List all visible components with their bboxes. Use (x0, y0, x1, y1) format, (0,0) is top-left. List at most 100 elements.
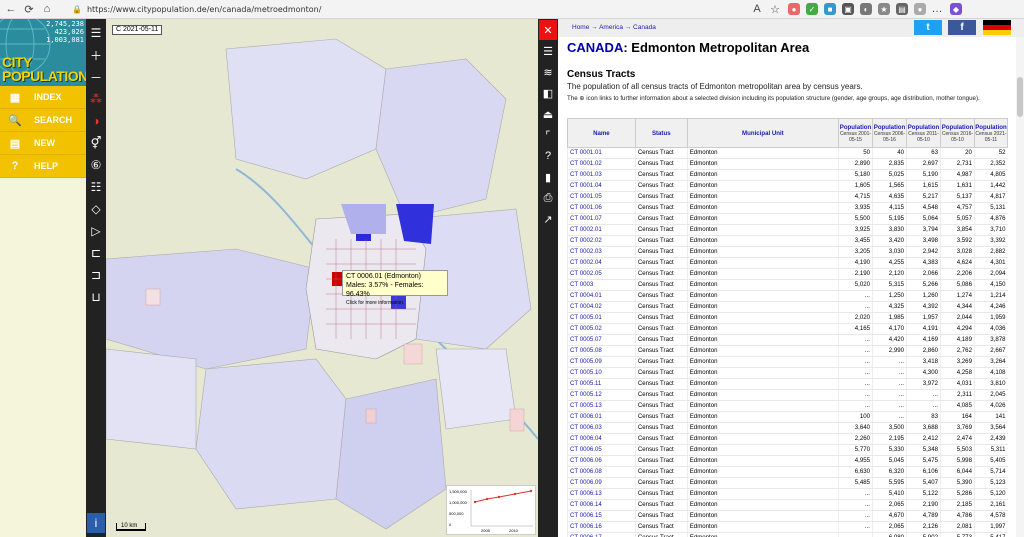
list-icon[interactable]: ☷ (87, 177, 105, 197)
tract-name-link[interactable]: CT 0001.02 (567, 158, 636, 170)
address-bar[interactable]: 🔒 https://www.citypopulation.de/en/canada… (66, 2, 746, 16)
census-tract-map[interactable] (86, 19, 538, 537)
tract-name-link[interactable]: CT 0006.16 (567, 521, 636, 533)
tract-name-link[interactable]: CT 0005.13 (567, 400, 636, 412)
crop-icon[interactable]: ⌜ (539, 125, 557, 145)
german-flag-icon[interactable] (983, 20, 1011, 35)
label-icon[interactable]: ▷ (87, 221, 105, 241)
tract-name-link[interactable]: CT 0001.07 (567, 213, 636, 225)
tract-name-link[interactable]: CT 0005.02 (567, 323, 636, 335)
tract-name-link[interactable]: CT 0001.05 (567, 191, 636, 203)
age-icon[interactable]: ⚥ (87, 133, 105, 153)
eject-icon[interactable]: ⏏ (539, 104, 557, 124)
scrollbar[interactable] (1016, 37, 1024, 537)
map-region-high[interactable] (356, 234, 371, 241)
home-icon[interactable]: ⌂ (40, 2, 54, 16)
tract-name-link[interactable]: CT 0005.11 (567, 378, 636, 390)
scrollbar-thumb[interactable] (1017, 77, 1023, 117)
map-region[interactable] (145, 288, 161, 306)
census-date-selector[interactable]: C 2021-05-11 (112, 25, 162, 35)
tract-name-link[interactable]: CT 0006.09 (567, 477, 636, 489)
nav-help[interactable]: ? HELP (0, 155, 86, 178)
tract-name-link[interactable]: CT 0001.06 (567, 202, 636, 214)
age-65-icon[interactable]: ⑥ (87, 155, 105, 175)
chart-icon[interactable]: ▮ (539, 167, 557, 187)
tract-name-link[interactable]: CT 0002.02 (567, 235, 636, 247)
reader-icon[interactable]: A (750, 2, 764, 16)
extension-icon[interactable]: ● (788, 3, 800, 15)
bracket-icon[interactable]: ⊐ (87, 265, 105, 285)
zoom-out-icon[interactable]: － (87, 67, 105, 87)
column-header[interactable]: Population Census 2011-05-10 (905, 118, 941, 148)
layers-icon[interactable]: ≋ (539, 62, 557, 82)
zoom-in-icon[interactable]: ＋ (87, 45, 105, 65)
column-header[interactable]: Population Census 2006-05-16 (872, 118, 907, 148)
extension-icon[interactable]: ✓ (806, 3, 818, 15)
label-icon[interactable]: ⊏ (87, 243, 105, 263)
map-region[interactable] (375, 58, 507, 220)
tract-name-link[interactable]: CT 0006.15 (567, 510, 636, 522)
population-icon[interactable]: ⁂ (87, 89, 105, 109)
map-region[interactable] (105, 348, 197, 450)
extension-icon[interactable]: ▣ (842, 3, 854, 15)
nav-index[interactable]: ▦ INDEX (0, 86, 86, 109)
bracket-icon[interactable]: ⊔ (87, 287, 105, 307)
tract-name-link[interactable]: CT 0006.04 (567, 433, 636, 445)
column-header[interactable]: Name (567, 118, 636, 148)
tract-name-link[interactable]: CT 0004.01 (567, 290, 636, 302)
print-icon[interactable]: ⎙ (539, 188, 557, 208)
tract-name-link[interactable]: CT 0001.01 (567, 147, 636, 159)
map-view[interactable]: ☰ ＋ － ⁂ ◑ ⚥ ⑥ ☷ ◇ ▷ ⊏ ⊐ ⊔ i C 2021-05-11… (86, 19, 538, 537)
map-region[interactable] (509, 408, 525, 432)
tract-name-link[interactable]: CT 0005.07 (567, 334, 636, 346)
tract-name-link[interactable]: CT 0001.04 (567, 180, 636, 192)
site-logo[interactable]: 2,745,238 423,026 1,003,081 CITY POPULAT… (0, 19, 86, 86)
tract-name-link[interactable]: CT 0005.12 (567, 389, 636, 401)
tract-name-link[interactable]: CT 0006.01 (567, 411, 636, 423)
tract-name-link[interactable]: CT 0001.03 (567, 169, 636, 181)
favorites-bar-icon[interactable]: ★ (878, 3, 890, 15)
tract-name-link[interactable]: CT 0006.17 (567, 532, 636, 537)
tract-name-link[interactable]: CT 0002.05 (567, 268, 636, 280)
tract-name-link[interactable]: CT 0006.03 (567, 422, 636, 434)
shapes-icon[interactable]: ◇ (87, 199, 105, 219)
tract-name-link[interactable]: CT 0005.09 (567, 356, 636, 368)
column-header[interactable]: Population Census 2021-05-11 (973, 118, 1009, 148)
tract-name-link[interactable]: CT 0006.13 (567, 488, 636, 500)
tract-name-link[interactable]: CT 0005.08 (567, 345, 636, 357)
extension-icon[interactable]: ◐ (860, 3, 872, 15)
close-icon[interactable]: ✕ (539, 20, 557, 40)
tract-name-link[interactable]: CT 0002.04 (567, 257, 636, 269)
column-header[interactable]: Status (634, 118, 688, 148)
collections-icon[interactable]: ▤ (896, 3, 908, 15)
favorite-icon[interactable]: ☆ (768, 2, 782, 16)
map-region[interactable] (365, 408, 377, 424)
tract-name-link[interactable]: CT 0006.14 (567, 499, 636, 511)
copilot-icon[interactable]: ◆ (950, 3, 962, 15)
column-header[interactable]: Population Census 2016-05-10 (939, 118, 975, 148)
profile-icon[interactable]: ● (914, 3, 926, 15)
column-header[interactable]: Population Census 2001-05-15 (838, 118, 873, 148)
tract-name-link[interactable]: CT 0002.01 (567, 224, 636, 236)
twitter-icon[interactable]: t (914, 20, 942, 35)
nav-search[interactable]: 🔍 SEARCH (0, 109, 86, 132)
map-region[interactable] (403, 343, 423, 365)
more-icon[interactable]: … (930, 2, 944, 16)
facebook-icon[interactable]: f (948, 20, 976, 35)
info-icon[interactable]: i (87, 513, 105, 533)
opacity-icon[interactable]: ◧ (539, 83, 557, 103)
column-header[interactable]: Municipal Unit (686, 118, 840, 148)
tract-name-link[interactable]: CT 0003 (567, 279, 636, 291)
extension-icon[interactable]: ■ (824, 3, 836, 15)
tract-name-link[interactable]: CT 0006.08 (567, 466, 636, 478)
tract-name-link[interactable]: CT 0004.02 (567, 301, 636, 313)
external-link-icon[interactable]: ↗ (539, 209, 557, 229)
tract-name-link[interactable]: CT 0002.03 (567, 246, 636, 258)
breadcrumb[interactable]: Home → America → Canada (572, 24, 656, 31)
menu-icon[interactable]: ☰ (87, 23, 105, 43)
menu-icon[interactable]: ☰ (539, 41, 557, 61)
gender-icon[interactable]: ◑ (87, 111, 105, 131)
help-icon[interactable]: ? (539, 146, 557, 166)
tract-name-link[interactable]: CT 0006.06 (567, 455, 636, 467)
nav-new[interactable]: ▤ NEW (0, 132, 86, 155)
